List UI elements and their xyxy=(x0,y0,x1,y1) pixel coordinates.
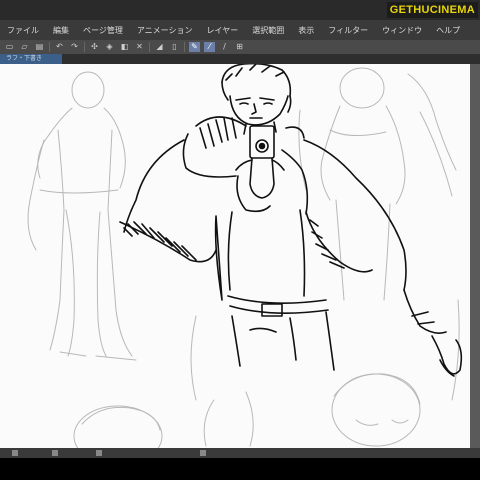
pen-icon[interactable]: ✎ xyxy=(189,42,200,52)
redo-icon[interactable]: ↷ xyxy=(69,42,80,52)
status-indicator-icon xyxy=(12,450,18,456)
brush-icon[interactable]: ⁄ xyxy=(204,42,215,52)
document-tab-bar: ラフ・下書き xyxy=(0,54,480,64)
canvas-area[interactable] xyxy=(0,64,480,448)
fill-icon[interactable]: ◧ xyxy=(119,42,130,52)
inked-character xyxy=(119,64,463,377)
paint-app-window: GETHUCINEMA ファイル 編集 ページ管理 アニメーション レイヤー 選択範囲 表示… xyxy=(0,0,480,480)
new-icon[interactable]: ▭ xyxy=(4,42,15,52)
save-icon[interactable]: ▤ xyxy=(34,42,45,52)
menu-item[interactable]: ファイル xyxy=(0,25,46,36)
eraser-icon[interactable]: / xyxy=(219,42,230,52)
menu-item[interactable]: アニメーション xyxy=(130,25,200,36)
guide-icon[interactable]: ▯ xyxy=(169,42,180,52)
toolbar-separator xyxy=(84,42,85,52)
status-indicator-icon xyxy=(200,450,206,456)
menu-item[interactable]: ウィンドウ xyxy=(375,25,429,36)
toolbar-separator xyxy=(49,42,50,52)
command-toolbar: ▭ ▱ ▤ ↶ ↷ ✣ ◈ ◧ ✕ ◢ ▯ ✎ ⁄ / ⊞ xyxy=(0,40,480,54)
transform-icon[interactable]: ◈ xyxy=(104,42,115,52)
menu-item[interactable]: ヘルプ xyxy=(429,25,467,36)
menu-item[interactable]: フィルター xyxy=(321,25,375,36)
status-indicator-icon xyxy=(52,450,58,456)
menu-bar: ファイル 編集 ページ管理 アニメーション レイヤー 選択範囲 表示 フィルター ウィンドウ ヘル… xyxy=(0,20,480,40)
open-icon[interactable]: ▱ xyxy=(19,42,30,52)
status-indicator-icon xyxy=(96,450,102,456)
settings-icon[interactable]: ✣ xyxy=(89,42,100,52)
ruler-icon[interactable]: ◢ xyxy=(154,42,165,52)
menu-item[interactable]: レイヤー xyxy=(200,25,246,36)
drawing-canvas[interactable] xyxy=(0,64,470,448)
undo-icon[interactable]: ↶ xyxy=(54,42,65,52)
menu-item[interactable]: 選択範囲 xyxy=(245,25,291,36)
document-tab[interactable]: ラフ・下書き xyxy=(0,54,62,64)
layer-icon[interactable]: ⊞ xyxy=(234,42,245,52)
menu-item[interactable]: ページ管理 xyxy=(76,25,130,36)
channel-watermark: GETHUCINEMA xyxy=(386,2,478,18)
menu-item[interactable]: 編集 xyxy=(46,25,76,36)
letterbox-bar xyxy=(0,458,480,480)
toolbar-separator xyxy=(149,42,150,52)
artwork xyxy=(27,64,463,448)
menu-item[interactable]: 表示 xyxy=(291,25,321,36)
status-bar xyxy=(0,448,480,458)
toolbar-separator xyxy=(184,42,185,52)
clear-icon[interactable]: ✕ xyxy=(134,42,145,52)
